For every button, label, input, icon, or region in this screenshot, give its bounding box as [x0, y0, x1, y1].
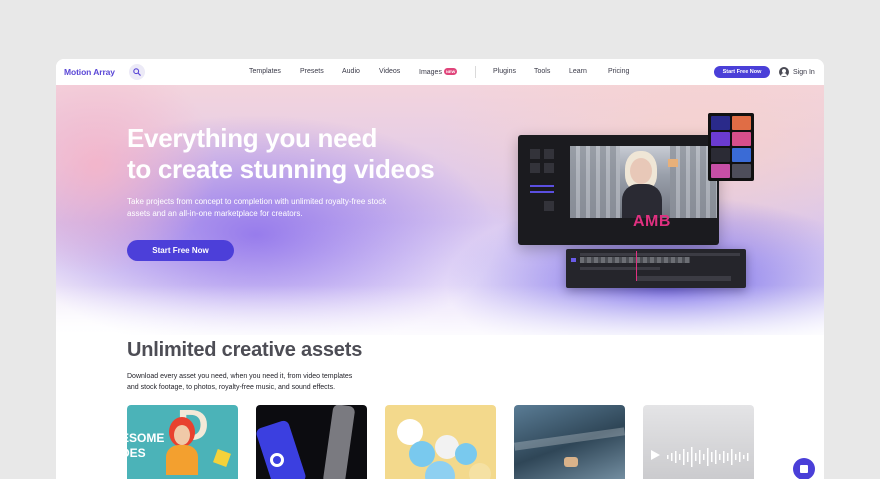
grid-thumb	[732, 164, 751, 178]
asset-card-presets[interactable]	[256, 405, 367, 479]
grid-thumb	[732, 132, 751, 146]
person-body	[166, 445, 198, 475]
editor-panel	[530, 149, 558, 229]
panel-thumb	[544, 163, 554, 173]
nav-item-learn[interactable]: Learn	[569, 68, 587, 75]
search-button[interactable]	[129, 64, 145, 80]
sign-in-label: Sign In	[793, 68, 815, 76]
sphere	[469, 463, 491, 479]
sphere	[455, 443, 477, 465]
card-text: ESOME DES	[127, 431, 164, 461]
hero-section: Everything you need to create stunning v…	[56, 85, 824, 335]
user-icon	[779, 67, 789, 77]
panel-thumb	[544, 201, 554, 211]
woman-face	[630, 158, 652, 184]
nav-item-tools[interactable]: Tools	[534, 68, 550, 75]
phone-shape	[322, 405, 356, 479]
nav-divider	[475, 66, 476, 78]
grid-thumb	[711, 148, 730, 162]
nav-item-plugins[interactable]: Plugins	[493, 68, 516, 75]
nav-item-images-label: Images	[419, 69, 442, 76]
sphere	[425, 461, 455, 479]
chat-widget-button[interactable]	[793, 458, 815, 479]
timeline-track	[580, 267, 660, 270]
timeline-track	[636, 276, 731, 281]
nav-item-presets[interactable]: Presets	[300, 68, 324, 75]
nav-item-images[interactable]: Images NEW	[419, 68, 458, 76]
hero-title-line-2: to create stunning videos	[127, 154, 435, 184]
editor-timeline	[566, 249, 746, 288]
panel-thumb	[544, 149, 554, 159]
surfer	[564, 457, 578, 467]
nav-start-free-button[interactable]: Start Free Now	[714, 66, 770, 78]
panel-thumb	[530, 149, 540, 159]
panel-slider	[530, 191, 554, 193]
chat-icon	[800, 465, 808, 473]
building-left	[570, 146, 620, 218]
thumbnail-grid-mockup	[708, 113, 754, 181]
preview-sticker	[668, 159, 678, 167]
nav-item-audio[interactable]: Audio	[342, 68, 360, 75]
panel-slider	[530, 185, 554, 187]
timeline-clip	[580, 257, 690, 263]
nav-item-videos[interactable]: Videos	[379, 68, 400, 75]
waveform-icon	[667, 447, 749, 467]
timeline-track	[580, 253, 740, 256]
hero-subtitle-line-1: Take projects from concept to completion…	[127, 197, 387, 206]
hero-subtitle: Take projects from concept to completion…	[127, 196, 447, 220]
assets-subtitle-line-2: and stock footage, to photos, royalty-fr…	[127, 383, 336, 391]
person-face	[174, 425, 190, 445]
editor-preview	[570, 146, 717, 218]
nav-item-templates[interactable]: Templates	[249, 68, 281, 75]
new-badge: NEW	[443, 68, 458, 75]
hero-subtitle-line-2: assets and an all-in-one marketplace for…	[127, 209, 303, 218]
sign-in-link[interactable]: Sign In	[779, 67, 815, 77]
star-shape	[213, 449, 231, 467]
video-editor-mockup: AMB	[518, 135, 719, 245]
assets-section-title: Unlimited creative assets	[127, 339, 363, 361]
asset-card-stock-footage[interactable]	[514, 405, 625, 479]
grid-thumb	[711, 132, 730, 146]
motion-streak	[514, 427, 625, 451]
asset-card-music[interactable]	[643, 405, 754, 479]
logo[interactable]: Motion Array	[64, 67, 115, 77]
editor-overlay-text: AMB	[633, 213, 671, 230]
asset-card-photos[interactable]	[385, 405, 496, 479]
hero-title: Everything you need to create stunning v…	[127, 123, 487, 185]
play-icon[interactable]	[649, 449, 661, 461]
card-text-line-1: ESOME	[127, 431, 165, 445]
grid-thumb	[732, 148, 751, 162]
top-nav: Motion Array Templates Presets Audio Vid…	[56, 59, 824, 85]
timeline-playhead	[636, 251, 637, 281]
hero-start-free-button[interactable]: Start Free Now	[127, 240, 234, 261]
panel-thumb	[530, 163, 540, 173]
grid-thumb	[732, 116, 751, 130]
phone-shape	[256, 419, 308, 479]
search-icon	[133, 68, 141, 76]
phone-dial	[270, 453, 284, 467]
hero-fade	[56, 285, 824, 335]
nav-item-pricing[interactable]: Pricing	[608, 68, 629, 75]
assets-section-subtitle: Download every asset you need, when you …	[127, 372, 427, 393]
grid-thumb	[711, 164, 730, 178]
timeline-marker	[571, 258, 576, 262]
assets-subtitle-line-1: Download every asset you need, when you …	[127, 373, 353, 380]
asset-card-templates[interactable]: ESOME DES D	[127, 405, 238, 479]
browser-window: Motion Array Templates Presets Audio Vid…	[56, 59, 824, 479]
card-text-line-2: DES	[127, 446, 146, 460]
hero-title-line-1: Everything you need	[127, 123, 378, 153]
grid-thumb	[711, 116, 730, 130]
